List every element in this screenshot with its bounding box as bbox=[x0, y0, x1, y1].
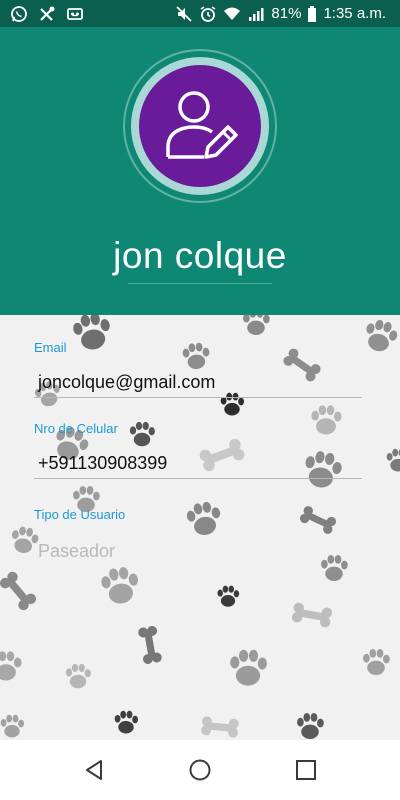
battery-percentage: 81% bbox=[271, 5, 302, 22]
status-bar-system: 81% 1:35 a.m. bbox=[175, 3, 386, 24]
signal-icon bbox=[247, 5, 265, 23]
alarm-icon bbox=[199, 5, 217, 23]
home-icon[interactable] bbox=[188, 758, 212, 782]
phone-label: Nro de Celular bbox=[34, 421, 118, 436]
status-bar-notifications bbox=[10, 3, 84, 24]
whatsapp-icon bbox=[10, 5, 28, 23]
voicemail-icon bbox=[66, 5, 84, 23]
name-underline bbox=[128, 283, 272, 284]
user-type-field: Paseador bbox=[38, 541, 116, 561]
mute-icon bbox=[175, 5, 193, 23]
navigation-bar bbox=[0, 740, 400, 800]
profile-details: Email joncolque@gmail.com Nro de Celular… bbox=[0, 315, 400, 740]
profile-header: jon colque bbox=[0, 27, 400, 315]
email-underline bbox=[34, 397, 362, 398]
user-type-label: Tipo de Usuario bbox=[34, 507, 126, 522]
back-icon[interactable] bbox=[82, 758, 106, 782]
tools-icon bbox=[38, 5, 56, 23]
clock: 1:35 a.m. bbox=[323, 5, 386, 22]
email-label: Email bbox=[34, 340, 67, 355]
phone-underline bbox=[34, 478, 362, 479]
edit-user-icon[interactable] bbox=[160, 85, 242, 167]
phone-field[interactable]: +591130908399 bbox=[38, 453, 167, 474]
user-name: jon colque bbox=[113, 235, 287, 276]
email-field[interactable]: joncolque@gmail.com bbox=[38, 372, 215, 393]
status-bar: 81% 1:35 a.m. bbox=[0, 0, 400, 27]
battery-icon bbox=[307, 5, 317, 23]
wifi-icon bbox=[223, 5, 241, 23]
recents-icon[interactable] bbox=[294, 758, 318, 782]
